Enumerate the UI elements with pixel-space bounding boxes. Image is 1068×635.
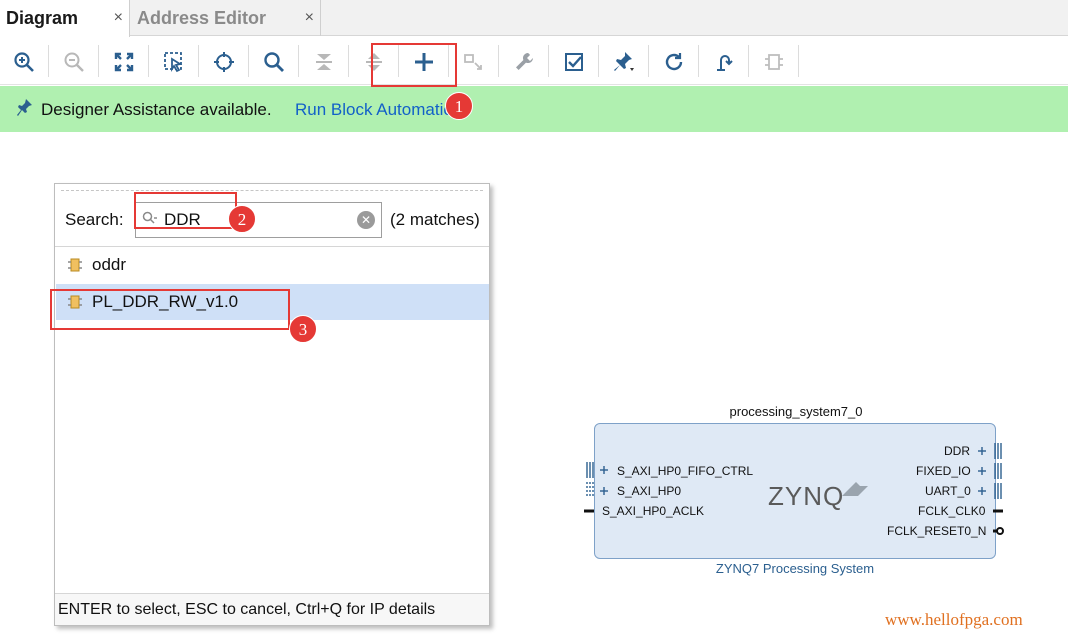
result-item-label: oddr [92, 255, 127, 274]
port-s-axi-hp0[interactable]: S_AXI_HP0 [617, 484, 681, 498]
fit-view-icon[interactable] [111, 49, 137, 75]
collapse-icon[interactable] [311, 49, 337, 75]
watermark-text: www.hellofpga.com [885, 610, 1023, 629]
tab-bar: Diagram × Address Editor × [0, 0, 1068, 37]
annotation-badge-1: 1 [445, 92, 473, 120]
properties-icon[interactable] [511, 49, 537, 75]
port-s-axi-hp0-aclk[interactable]: S_AXI_HP0_ACLK [602, 504, 704, 518]
toolbar-separator [98, 45, 99, 77]
validate-icon[interactable] [561, 49, 587, 75]
ip-core-icon [66, 256, 84, 274]
refresh-icon[interactable] [661, 49, 687, 75]
pin-icon[interactable] [611, 49, 637, 75]
toolbar-separator [198, 45, 199, 77]
popup-footer-hint: ENTER to select, ESC to cancel, Ctrl+Q f… [55, 593, 489, 625]
toolbar-separator [148, 45, 149, 77]
port-fixed-io[interactable]: FIXED_IO [916, 464, 971, 478]
select-area-icon[interactable] [161, 49, 187, 75]
toolbar-separator [748, 45, 749, 77]
tab-diagram[interactable]: Diagram × [0, 0, 130, 37]
search-label: Search: [65, 210, 124, 229]
clear-search-icon[interactable]: ✕ [357, 211, 375, 229]
port-uart-0[interactable]: UART_0 [925, 484, 971, 498]
add-module-icon[interactable] [461, 49, 487, 75]
toolbar-separator [598, 45, 599, 77]
port-s-axi-hp0-fifo-ctrl[interactable]: S_AXI_HP0_FIFO_CTRL [617, 464, 753, 478]
port-fclk-clk0[interactable]: FCLK_CLK0 [918, 504, 985, 518]
zynq-logo: ZYNQ [768, 481, 845, 511]
popup-drag-handle[interactable] [61, 190, 483, 191]
block-instance-name: processing_system7_0 [729, 404, 863, 419]
search-icon[interactable] [261, 49, 287, 75]
designer-assistance-banner: Designer Assistance available. Run Block… [0, 86, 1068, 132]
toolbar-separator [698, 45, 699, 77]
match-count: (2 matches) [390, 210, 480, 229]
close-icon[interactable]: × [114, 9, 123, 27]
toolbar-separator [348, 45, 349, 77]
tab-address-editor[interactable]: Address Editor × [131, 0, 321, 36]
regenerate-icon[interactable] [711, 49, 737, 75]
tab-address-editor-label: Address Editor [137, 7, 267, 28]
port-fclk-reset0-n[interactable]: FCLK_RESET0_N [887, 524, 986, 538]
annotation-badge-2: 2 [228, 205, 256, 233]
banner-text: Designer Assistance available. [41, 100, 272, 119]
port-ddr[interactable]: DDR [944, 444, 970, 458]
close-icon[interactable]: × [305, 9, 314, 27]
annotation-box-search [134, 192, 237, 229]
pin-icon [16, 98, 34, 125]
toolbar-separator [798, 45, 799, 77]
toolbar-separator [298, 45, 299, 77]
center-icon[interactable] [211, 49, 237, 75]
zynq-logo-mark [842, 482, 868, 496]
block-subtitle: ZYNQ7 Processing System [715, 561, 875, 576]
annotation-badge-3: 3 [289, 315, 317, 343]
toolbar-separator [48, 45, 49, 77]
annotation-box-result [50, 289, 290, 330]
toolbar-separator [498, 45, 499, 77]
result-item-oddr[interactable]: oddr [56, 247, 489, 283]
diagram-toolbar [0, 37, 1068, 85]
module-icon[interactable] [761, 49, 787, 75]
tab-diagram-label: Diagram [6, 8, 79, 28]
toolbar-separator [648, 45, 649, 77]
add-ip-popup: Search: ✕ (2 matches) oddr PL_DDR_RW_v1.… [54, 183, 490, 626]
zoom-out-icon[interactable] [61, 49, 87, 75]
toolbar-separator [248, 45, 249, 77]
annotation-box-add-ip [371, 43, 457, 87]
toolbar-separator [548, 45, 549, 77]
zoom-in-icon[interactable] [11, 49, 37, 75]
run-block-automation-link[interactable]: Run Block Automation [295, 100, 450, 120]
